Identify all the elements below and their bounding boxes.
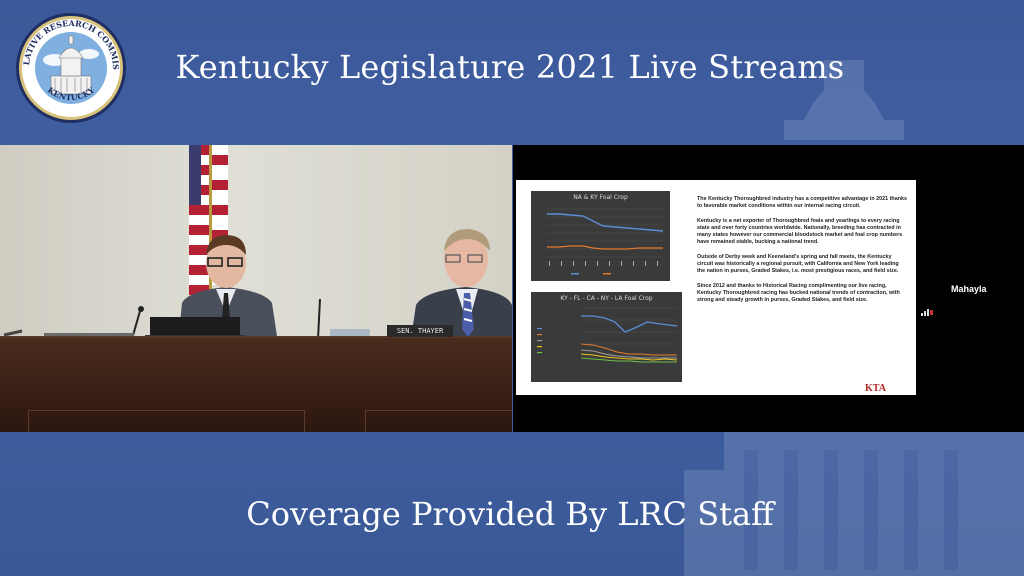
chart-2-plot xyxy=(537,307,678,363)
coverage-footer: Coverage Provided By LRC Staff xyxy=(246,495,774,533)
slide-paragraph: Since 2012 and thanks to Historical Raci… xyxy=(697,282,900,304)
slide-paragraph: Kentucky is a net exporter of Thoroughbr… xyxy=(697,217,903,246)
slide-paragraph: The Kentucky Thoroughbred industry has a… xyxy=(697,196,907,210)
kta-logo: KTA xyxy=(865,383,886,394)
page-title: Kentucky Legislature 2021 Live Streams xyxy=(175,48,845,86)
chart-1-plot xyxy=(547,208,664,275)
senator-nameplate: SEN. THAYER xyxy=(387,325,453,337)
slide-body-text: The Kentucky Thoroughbred industry has a… xyxy=(697,196,907,312)
camera-video-feed: SEN. THAYER xyxy=(0,145,512,432)
foal-crop-chart-1: NA & KY Foal Crop xyxy=(531,191,670,281)
desk-panel xyxy=(28,410,305,432)
slide-paragraph: Outside of Derby week and Keeneland's sp… xyxy=(697,253,899,275)
lrc-seal-logo: LEGISLATIVE RESEARCH COMMISSION KENTUCKY xyxy=(15,12,126,123)
desk-panel xyxy=(365,410,512,432)
foal-crop-chart-2: KY - FL - CA - NY - LA Foal Crop xyxy=(531,292,682,382)
presentation-slide: NA & KY Foal Crop KY - FL - CA - NY - LA… xyxy=(516,180,916,395)
participant-name-label: Mahayla xyxy=(951,284,987,294)
signal-strength-icon xyxy=(921,309,933,316)
